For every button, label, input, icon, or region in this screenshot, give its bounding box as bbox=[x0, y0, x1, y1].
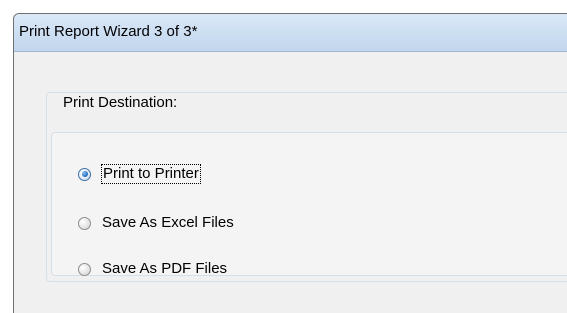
radio-button-unchecked-icon[interactable] bbox=[78, 262, 91, 276]
radio-selected-dot-icon bbox=[81, 171, 88, 177]
title-bar[interactable]: Print Report Wizard 3 of 3* bbox=[14, 14, 567, 52]
radio-button-checked-icon[interactable] bbox=[78, 167, 91, 181]
radio-save-as-pdf[interactable]: Save As PDF Files bbox=[78, 258, 227, 280]
radio-print-to-printer[interactable]: Print to Printer bbox=[78, 163, 201, 185]
print-destination-label: Print Destination: bbox=[57, 94, 184, 111]
radio-label-save-as-excel[interactable]: Save As Excel Files bbox=[102, 214, 234, 232]
radio-save-as-excel[interactable]: Save As Excel Files bbox=[78, 212, 234, 234]
page: Print Report Wizard 3 of 3* Print Destin… bbox=[0, 0, 567, 313]
window-title: Print Report Wizard 3 of 3* bbox=[19, 23, 198, 40]
print-destination-options-panel bbox=[51, 132, 567, 276]
radio-label-save-as-pdf[interactable]: Save As PDF Files bbox=[102, 260, 227, 278]
radio-label-print-to-printer[interactable]: Print to Printer bbox=[101, 164, 201, 184]
radio-button-unchecked-icon[interactable] bbox=[78, 216, 91, 230]
